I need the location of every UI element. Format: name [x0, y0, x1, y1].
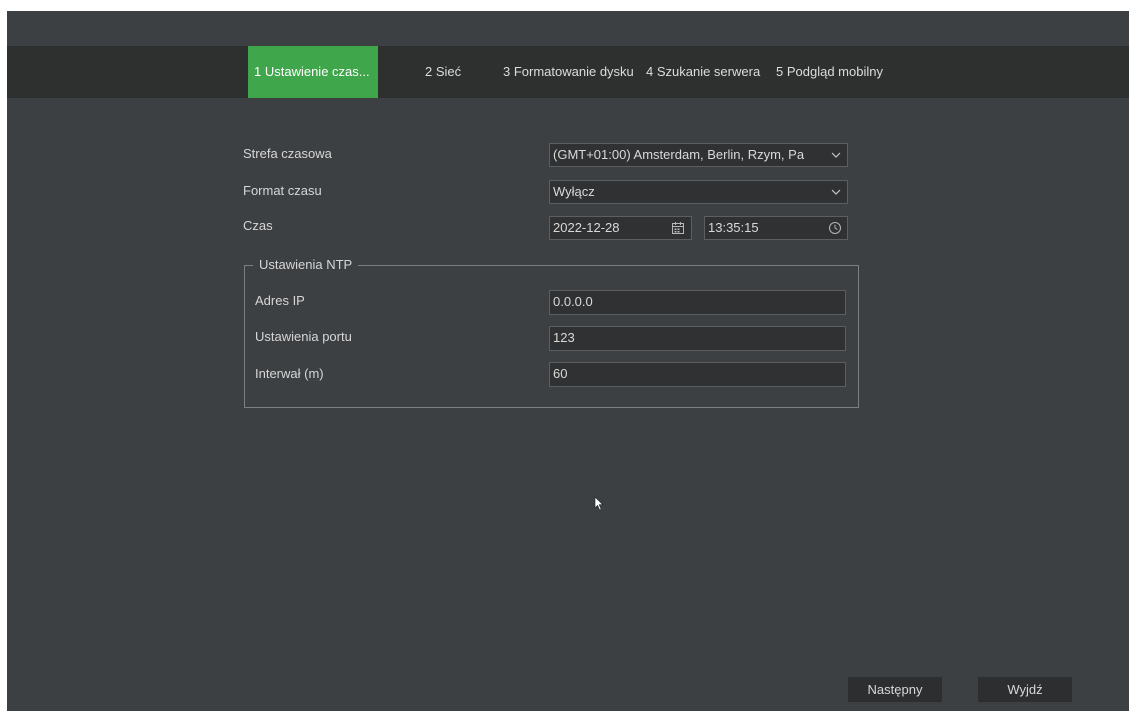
tab-time-settings[interactable]: 1 Ustawienie czas... [248, 46, 378, 98]
wizard-tab-bar: 1 Ustawienie czas... 2 Sieć 3 Formatowan… [7, 46, 1129, 98]
time-format-value: Wyłącz [553, 184, 595, 199]
calendar-icon[interactable] [671, 221, 685, 235]
ntp-settings-legend: Ustawienia NTP [253, 257, 359, 273]
chevron-down-icon [831, 189, 841, 195]
port-input[interactable]: 123 [549, 326, 846, 351]
interval-value: 60 [553, 366, 568, 381]
clock-icon[interactable] [828, 221, 842, 235]
timezone-label: Strefa czasowa [243, 146, 332, 161]
port-value: 123 [553, 330, 575, 345]
time-input[interactable]: 13:35:15 [704, 216, 848, 240]
tab-mobile-preview[interactable]: 5 Podgląd mobilny [776, 46, 883, 98]
time-value: 13:35:15 [708, 220, 759, 235]
tab-server-search[interactable]: 4 Szukanie serwera [646, 46, 760, 98]
timezone-select[interactable]: (GMT+01:00) Amsterdam, Berlin, Rzym, Pa [549, 143, 848, 167]
date-input[interactable]: 2022-12-28 [549, 216, 692, 240]
date-value: 2022-12-28 [553, 220, 620, 235]
next-button[interactable]: Następny [848, 677, 942, 702]
setup-wizard-screen: 1 Ustawienie czas... 2 Sieć 3 Formatowan… [7, 11, 1129, 711]
ip-address-input[interactable]: 0.0.0.0 [549, 290, 846, 315]
tab-network[interactable]: 2 Sieć [425, 46, 461, 98]
exit-button[interactable]: Wyjdź [978, 677, 1072, 702]
ip-address-label: Adres IP [255, 293, 305, 308]
time-format-select[interactable]: Wyłącz [549, 180, 848, 204]
mouse-cursor-icon [594, 496, 604, 511]
ip-address-value: 0.0.0.0 [553, 294, 593, 309]
time-format-label: Format czasu [243, 183, 322, 198]
time-label: Czas [243, 218, 273, 233]
tab-disk-format[interactable]: 3 Formatowanie dysku [503, 46, 634, 98]
interval-input[interactable]: 60 [549, 362, 846, 387]
chevron-down-icon [831, 152, 841, 158]
interval-label: Interwał (m) [255, 366, 324, 381]
timezone-value: (GMT+01:00) Amsterdam, Berlin, Rzym, Pa [553, 147, 805, 162]
port-label: Ustawienia portu [255, 329, 352, 344]
